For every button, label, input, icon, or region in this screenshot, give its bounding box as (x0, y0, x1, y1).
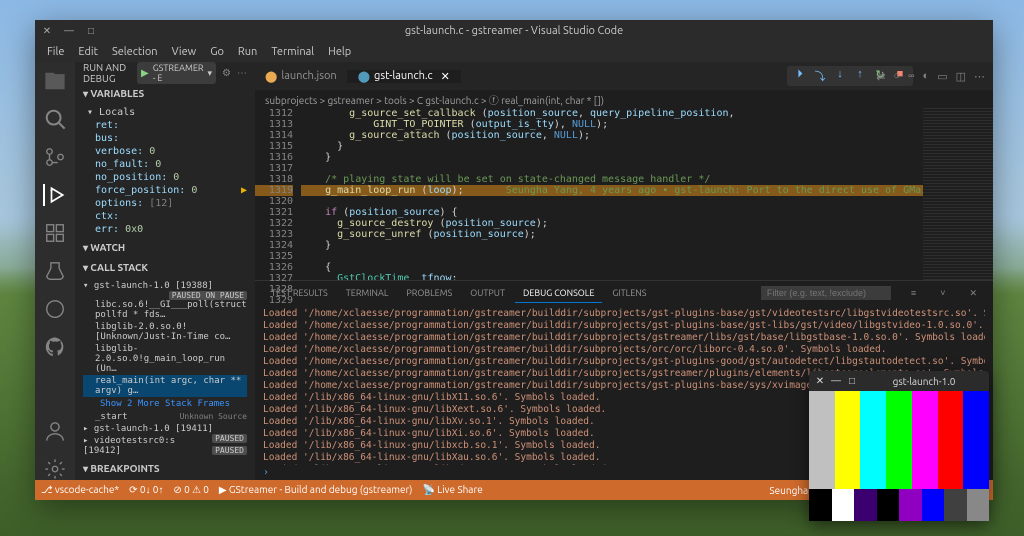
window-close-icon[interactable]: ✕ (41, 25, 53, 37)
search-icon[interactable] (44, 108, 66, 130)
step-over-icon[interactable]: ⤵ (813, 68, 827, 84)
debug-sidebar: RUN AND DEBUG ▶ GStreamer - E ▾ ⚙ ⋯ ▾ VA… (75, 62, 255, 480)
locals-scope[interactable]: ▾ Locals (83, 106, 247, 119)
window-maximize-icon[interactable]: □ (847, 375, 857, 387)
menu-edit[interactable]: Edit (72, 44, 104, 60)
panel-tab-output[interactable]: OUTPUT (462, 284, 513, 302)
status-item[interactable]: ▶ GStreamer - Build and debug (gstreamer… (219, 484, 413, 496)
watch-section[interactable]: ▾ WATCH (75, 238, 255, 258)
close-icon[interactable]: ✕ (441, 70, 450, 83)
variable-row[interactable]: options: [12] (83, 197, 247, 210)
gear-icon[interactable]: ⚙ (222, 67, 231, 79)
callstack-process[interactable]: ▸ gst-launch-1.0 [19411] PAUSED (83, 423, 247, 435)
extensions-icon[interactable] (44, 222, 66, 244)
variable-row[interactable]: no_position: 0 (83, 171, 247, 184)
callstack-frame[interactable]: libglib-2.0.so.0![Unknown/Just-In-Time c… (83, 321, 247, 343)
variable-row[interactable]: err: 0x0 (83, 223, 247, 236)
breakpoints-section[interactable]: ▾ BREAKPOINTS (75, 459, 255, 479)
chevron-down-icon[interactable]: ▾ (208, 68, 213, 79)
continue-icon[interactable]: ⏵ (793, 68, 807, 84)
menu-view[interactable]: View (166, 44, 203, 60)
status-item[interactable]: ⊘ 0 ⚠ 0 (173, 484, 209, 496)
test-pattern (809, 391, 989, 521)
callstack-frame[interactable]: _start Unknown Source (83, 411, 247, 423)
show-more-frames[interactable]: Show 2 More Stack Frames (83, 397, 247, 411)
chevron-down-icon[interactable]: ˅ (932, 284, 953, 303)
filter-input[interactable] (761, 286, 891, 300)
layout-icon[interactable]: ◫ (956, 70, 966, 83)
tabbar: ⬤launch.json⬤gst-launch.c✕ ⏵ ⤵ ↓ ↑ ↻ ■ ⇄… (255, 62, 993, 90)
callstack-section[interactable]: ▾ CALL STACK (75, 258, 255, 278)
menu-go[interactable]: Go (204, 44, 230, 60)
gst-output-window: ✕ — □ gst-launch-1.0 (809, 371, 989, 521)
panel-tab-problems[interactable]: PROBLEMS (398, 284, 460, 302)
play-icon[interactable]: ▶ (141, 67, 149, 79)
variable-row[interactable]: bus: (83, 132, 247, 145)
variable-row[interactable]: no_fault: 0 (83, 158, 247, 171)
panel-tab-terminal[interactable]: TERMINAL (338, 284, 397, 302)
variable-row[interactable]: ctx: (83, 210, 247, 223)
variables-section[interactable]: ▾ VARIABLES (75, 84, 255, 104)
step-out-icon[interactable]: ↑ (853, 68, 867, 84)
window-minimize-icon[interactable]: — (63, 25, 75, 37)
step-into-icon[interactable]: ↓ (833, 68, 847, 84)
editor-tab[interactable]: ⬤launch.json (255, 70, 348, 83)
account-icon[interactable] (44, 420, 66, 442)
variable-row[interactable]: verbose: 0 (83, 145, 247, 158)
menubar: FileEditSelectionViewGoRunTerminalHelp (35, 42, 993, 62)
testing-icon[interactable] (44, 260, 66, 282)
menu-run[interactable]: Run (232, 44, 263, 60)
window-close-icon[interactable]: ✕ (815, 375, 825, 387)
window-minimize-icon[interactable]: — (831, 375, 841, 387)
window-title: gst-launch-1.0 (893, 376, 956, 387)
explorer-icon[interactable] (44, 70, 66, 92)
minimap[interactable] (923, 108, 993, 280)
variable-row[interactable]: force_position: 0 (83, 184, 247, 197)
activity-bar (35, 62, 75, 480)
menu-file[interactable]: File (41, 44, 70, 60)
clear-icon[interactable]: ≡ (903, 284, 924, 303)
status-item[interactable]: 📡 Live Share (422, 484, 482, 496)
editor-tab[interactable]: ⬤gst-launch.c✕ (348, 70, 461, 83)
window-maximize-icon[interactable]: □ (85, 25, 97, 37)
infinity-icon[interactable]: ∞ (908, 70, 914, 83)
github-icon[interactable] (44, 336, 66, 358)
debug-config-selector[interactable]: ▶ GStreamer - E ▾ (137, 62, 216, 84)
callstack-process[interactable]: ▾ gst-launch-1.0 [19388] PAUSED ON PAUSE (83, 280, 247, 292)
compare-icon[interactable]: ⇄ (876, 70, 885, 83)
more-icon[interactable]: ⋯ (974, 70, 985, 83)
close-icon[interactable]: ✕ (961, 284, 985, 303)
code-editor[interactable]: g_source_set_callback (position_source, … (301, 108, 923, 280)
titlebar: ✕ — □ gst-launch.c - gstreamer - Visual … (35, 20, 993, 42)
more-icon[interactable]: ⋯ (237, 67, 247, 79)
callstack-frame[interactable]: libglib-2.0.so.0!g_main_loop_run (Un… (83, 343, 247, 375)
toggle-icon[interactable]: ◐ (923, 70, 930, 83)
menu-help[interactable]: Help (322, 44, 357, 60)
breadcrumb[interactable]: subprojects > gstreamer > tools > C gst-… (255, 90, 993, 108)
window-title: gst-launch.c - gstreamer - Visual Studio… (405, 25, 623, 37)
debug-icon[interactable] (43, 184, 65, 206)
panel-tab-debug-console[interactable]: DEBUG CONSOLE (515, 284, 602, 303)
run-debug-label: RUN AND DEBUG (83, 62, 131, 84)
variable-row[interactable]: ret: (83, 119, 247, 132)
status-item[interactable]: ⟳ 0↓ 0↑ (129, 484, 163, 496)
gear-icon[interactable] (44, 458, 66, 480)
menu-terminal[interactable]: Terminal (265, 44, 320, 60)
menu-selection[interactable]: Selection (106, 44, 164, 60)
status-item[interactable]: ⎇ vscode-cache* (41, 484, 119, 496)
circle-icon[interactable]: ○ (894, 70, 901, 83)
gitlens-icon[interactable] (44, 298, 66, 320)
split-icon[interactable]: ▭ (937, 70, 947, 83)
callstack-frame[interactable]: real_main(int argc, char ** argv) g… (83, 375, 247, 397)
panel-tab-gitlens[interactable]: GITLENS (604, 284, 654, 302)
source-control-icon[interactable] (44, 146, 66, 168)
